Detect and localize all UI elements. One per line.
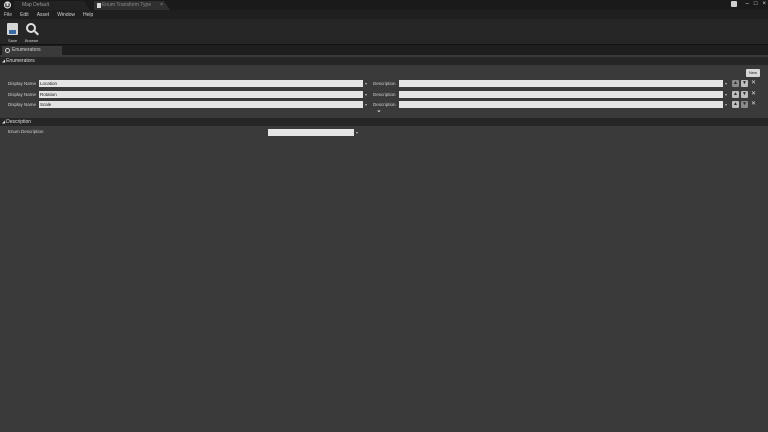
chevron-down-icon[interactable]: ▾ — [725, 81, 727, 86]
tab-map-default[interactable]: Map Default — [14, 1, 90, 10]
enumerator-row: Display Name Location ▾ Description ▾ ▲ … — [0, 80, 768, 88]
tab-label: Enum Transform Type — [102, 2, 152, 8]
save-button[interactable]: Save — [4, 21, 21, 43]
delete-icon[interactable]: ✕ — [751, 80, 756, 87]
chevron-down-icon[interactable]: ▾ — [365, 102, 367, 107]
section-title: Description — [6, 119, 32, 125]
description-label: Description — [373, 81, 396, 86]
description-field[interactable] — [399, 101, 723, 108]
description-field[interactable] — [399, 80, 723, 87]
chevron-down-icon[interactable]: ▾ — [725, 92, 727, 97]
display-name-label: Display Name — [8, 102, 37, 107]
enum-asset-icon — [97, 3, 101, 8]
tab-enum-transform-type[interactable]: Enum Transform Type × — [94, 1, 170, 10]
enumerator-row: Display Name Rotation ▾ Description ▾ ▲ … — [0, 91, 768, 99]
chevron-down-icon[interactable]: ▾ — [356, 130, 358, 135]
chevron-down-icon[interactable]: ▾ — [365, 81, 367, 86]
save-label: Save — [7, 38, 18, 43]
display-name-field[interactable]: Rotation — [39, 91, 363, 98]
display-name-label: Display Name — [8, 81, 37, 86]
expand-advanced-icon[interactable]: ⏷ — [377, 109, 381, 115]
delete-icon[interactable]: ✕ — [751, 101, 756, 108]
move-up-icon[interactable]: ▲ — [732, 101, 739, 108]
enum-description-label: Enum Description — [8, 129, 44, 134]
description-section-header[interactable]: ◢Description — [0, 118, 768, 126]
chevron-down-icon[interactable]: ▾ — [365, 92, 367, 97]
toolbar: Save Browse — [0, 19, 768, 44]
move-down-icon[interactable]: ▼ — [741, 80, 748, 87]
move-up-icon[interactable]: ▲ — [732, 80, 739, 87]
description-label: Description — [373, 92, 396, 97]
menu-bar: File Edit Asset Window Help — [0, 10, 768, 19]
panel-tab-label: Enumerators — [12, 47, 41, 53]
browse-label: Browse — [24, 38, 39, 43]
description-label: Description — [373, 102, 396, 107]
enumerator-row: Display Name Scale ▾ Description ▾ ▲ ▼ ✕ — [0, 101, 768, 109]
description-field[interactable] — [399, 91, 723, 98]
new-enumerator-button[interactable]: New — [746, 69, 760, 77]
menu-window[interactable]: Window — [57, 12, 75, 18]
move-up-icon[interactable]: ▲ — [732, 91, 739, 98]
unreal-logo-icon — [3, 1, 12, 9]
collapse-arrow-icon: ◢ — [2, 119, 6, 124]
enumerators-section-header[interactable]: ◢Enumerators — [0, 57, 768, 65]
display-name-field[interactable]: Scale — [39, 101, 363, 108]
close-window-icon[interactable]: × — [762, 0, 766, 8]
menu-edit[interactable]: Edit — [20, 12, 29, 18]
chevron-down-icon[interactable]: ▾ — [725, 102, 727, 107]
delete-icon[interactable]: ✕ — [751, 91, 756, 98]
collapse-arrow-icon: ◢ — [2, 58, 6, 63]
enum-description-field[interactable] — [268, 129, 354, 136]
tab-enumerators[interactable]: Enumerators — [2, 46, 62, 55]
minimize-icon[interactable]: – — [746, 0, 749, 8]
maximize-icon[interactable]: □ — [754, 0, 758, 8]
gear-icon — [5, 48, 10, 53]
section-title: Enumerators — [6, 58, 35, 64]
move-down-icon[interactable]: ▼ — [741, 91, 748, 98]
close-tab-icon[interactable]: × — [160, 1, 163, 10]
title-bar: Map Default Enum Transform Type × – □ × — [0, 0, 768, 10]
user-icon[interactable] — [730, 1, 737, 7]
move-down-icon[interactable]: ▼ — [741, 101, 748, 108]
panel-tab-strip: Enumerators — [0, 45, 768, 55]
menu-help[interactable]: Help — [83, 12, 93, 18]
menu-file[interactable]: File — [4, 12, 12, 18]
tab-label: Map Default — [22, 2, 49, 8]
save-icon — [7, 23, 18, 35]
browse-button[interactable]: Browse — [23, 21, 40, 43]
window-controls: – □ × — [730, 0, 766, 8]
display-name-field[interactable]: Location — [39, 80, 363, 87]
display-name-label: Display Name — [8, 92, 37, 97]
menu-asset[interactable]: Asset — [37, 12, 50, 18]
search-icon — [26, 23, 36, 33]
